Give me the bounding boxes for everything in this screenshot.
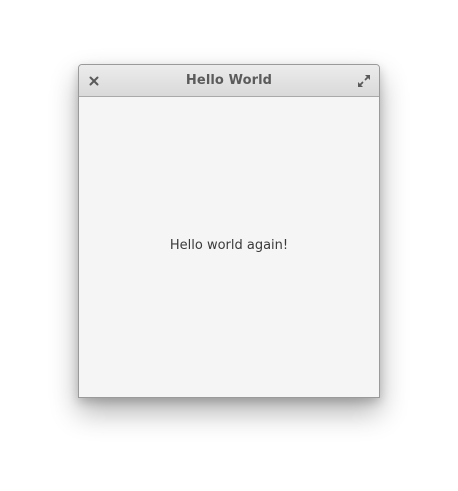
window-title: Hello World: [185, 73, 273, 88]
close-icon: [89, 76, 99, 86]
titlebar[interactable]: Hello World: [79, 65, 379, 97]
hello-label: Hello world again!: [169, 238, 289, 253]
close-button[interactable]: [85, 72, 103, 90]
desktop: Hello World Hello world again!: [0, 0, 458, 491]
app-window: Hello World Hello world again!: [78, 64, 380, 398]
maximize-button[interactable]: [355, 72, 373, 90]
window-content: Hello world again!: [79, 97, 379, 397]
maximize-icon: [358, 75, 370, 87]
